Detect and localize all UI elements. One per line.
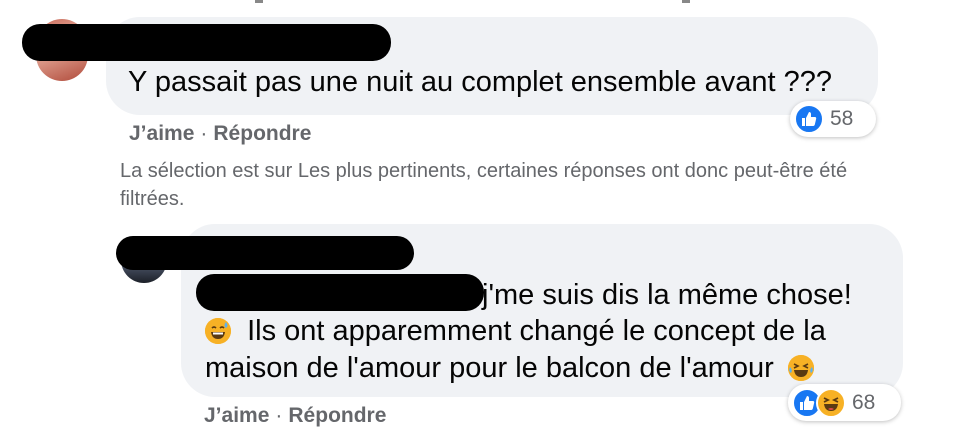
actions-separator: ·	[275, 404, 283, 427]
reply-text-line-2: Ils ont apparemment changé le concept de…	[205, 313, 826, 349]
cropped-text-remnant	[255, 0, 263, 3]
reaction-count: 58	[830, 107, 854, 130]
reaction-summary[interactable]: 58	[790, 101, 876, 137]
like-icon	[794, 104, 824, 134]
reply-text-line-3: maison de l'amour pour le balcon de l'am…	[205, 350, 814, 386]
redacted-mention	[196, 274, 484, 311]
comment-actions: J’aime · Répondre	[129, 122, 311, 146]
reply-text-line-1: j'me suis dis la même chose!	[482, 279, 852, 311]
cropped-text-remnant	[682, 0, 690, 3]
filter-notice: La sélection est sur Les plus pertinents…	[120, 160, 848, 210]
reply-link[interactable]: Répondre	[213, 122, 311, 145]
redacted-author-name	[116, 236, 414, 270]
comment-text: Y passait pas une nuit au complet ensemb…	[128, 66, 832, 98]
haha-icon	[816, 387, 846, 418]
reply-link[interactable]: Répondre	[288, 404, 386, 427]
actions-separator: ·	[200, 122, 208, 145]
reply-text-line-3-text: maison de l'amour pour le balcon de l'am…	[205, 352, 774, 384]
reply-actions: J’aime · Répondre	[204, 404, 386, 428]
like-link[interactable]: J’aime	[129, 122, 194, 145]
tears-of-joy-emoji-icon	[787, 355, 814, 381]
redacted-author-name	[22, 24, 391, 61]
reaction-count: 68	[852, 390, 876, 414]
reply-text-line-2-text: Ils ont apparemment changé le concept de…	[247, 315, 826, 347]
sweat-smile-emoji-icon	[205, 318, 231, 344]
like-link[interactable]: J’aime	[204, 404, 269, 427]
reaction-summary[interactable]: 68	[788, 384, 901, 421]
